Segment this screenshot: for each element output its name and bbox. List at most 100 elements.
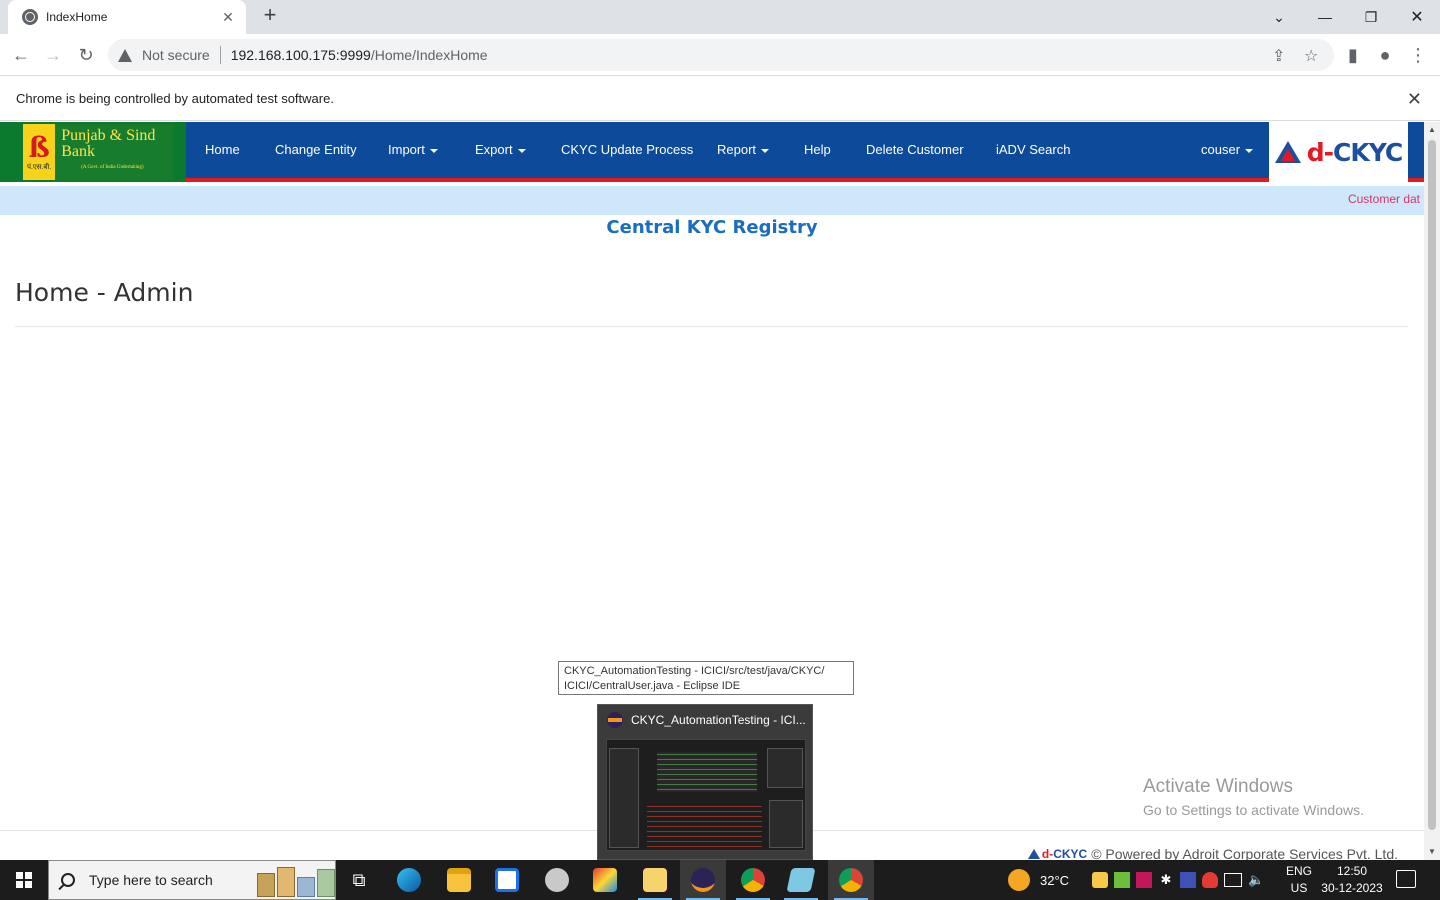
- thumbnail-code-editor: [657, 752, 757, 792]
- registry-title: Central KYC Registry: [606, 217, 818, 238]
- search-placeholder: Type here to search: [89, 872, 213, 888]
- infobar-text: Chrome is being controlled by automated …: [16, 91, 334, 106]
- tray-app-icon[interactable]: [1180, 872, 1196, 888]
- url-text[interactable]: 192.168.100.175:9999/Home/IndexHome: [231, 47, 488, 63]
- user-name: couser: [1201, 142, 1241, 157]
- back-button[interactable]: ←: [8, 42, 34, 68]
- close-window-button[interactable]: ✕: [1394, 0, 1440, 34]
- taskbar-tooltip: CKYC_AutomationTesting - ICICI/src/test/…: [558, 661, 854, 695]
- watermark-line-2: Go to Settings to activate Windows.: [1143, 802, 1364, 818]
- tab-search-icon[interactable]: ⌄: [1256, 0, 1302, 34]
- sun-icon: [1008, 869, 1030, 891]
- taskbar-clock[interactable]: 12:50 30-12-2023: [1318, 863, 1386, 897]
- nav-import[interactable]: Import: [388, 122, 438, 178]
- windows-taskbar: Type here to search ⧉ 32°C ✱ 🔈 ENG US 12…: [0, 860, 1440, 900]
- network-icon[interactable]: [1224, 873, 1242, 887]
- close-icon[interactable]: ✕: [1407, 89, 1422, 110]
- language-indicator[interactable]: ENG US: [1284, 863, 1314, 897]
- nav-ckyc-update-process[interactable]: CKYC Update Process: [561, 122, 693, 178]
- security-shield-icon[interactable]: [1202, 872, 1218, 888]
- nav-home[interactable]: Home: [205, 122, 240, 178]
- tray-app-icon[interactable]: [1114, 872, 1130, 888]
- weather-widget[interactable]: 32°C: [1008, 860, 1069, 900]
- forward-button[interactable]: →: [40, 42, 66, 68]
- eclipse-app[interactable]: [680, 860, 726, 900]
- omnibox-divider: [219, 46, 221, 64]
- thumbnail-explorer-pane: [609, 748, 639, 848]
- caret-down-icon: [429, 148, 438, 153]
- file-explorer-app[interactable]: [436, 860, 482, 900]
- heading-divider: [15, 326, 1408, 327]
- chrome-app-2[interactable]: [828, 860, 874, 900]
- language-line-2: US: [1290, 881, 1308, 895]
- page-scrollbar[interactable]: ▲ ▼: [1424, 122, 1440, 860]
- chrome-app[interactable]: [730, 860, 776, 900]
- user-menu[interactable]: couser: [1201, 122, 1254, 178]
- powered-by-text: © Powered by Adroit Corporate Services P…: [1091, 846, 1398, 860]
- profile-avatar-icon[interactable]: ●: [1372, 42, 1398, 68]
- chrome-icon: [839, 868, 863, 892]
- edge-icon: [397, 868, 421, 892]
- tray-app-icon[interactable]: [1092, 872, 1108, 888]
- address-bar[interactable]: Not secure 192.168.100.175:9999/Home/Ind…: [108, 39, 1334, 71]
- preview-thumbnail: [606, 739, 806, 851]
- paint-icon: [593, 868, 617, 892]
- start-button[interactable]: [0, 860, 48, 900]
- browser-tab-strip: IndexHome ✕ + ⌄ — ❐ ✕: [0, 0, 1440, 34]
- nav-report[interactable]: Report: [717, 122, 770, 178]
- taskbar-search[interactable]: Type here to search: [48, 860, 336, 900]
- preview-header: CKYC_AutomationTesting - ICI...: [598, 705, 812, 735]
- warning-icon[interactable]: [118, 48, 132, 62]
- windows-logo-icon: [16, 872, 32, 888]
- scroll-down-icon[interactable]: ▼: [1424, 844, 1440, 860]
- bank-tagline: (A Govt. of India Undertaking): [81, 165, 144, 170]
- security-label[interactable]: Not secure: [142, 47, 210, 63]
- bank-emblem-sub: पं.एस.बी.: [26, 163, 52, 171]
- edge-app[interactable]: [386, 860, 432, 900]
- store-app[interactable]: [484, 860, 530, 900]
- minimize-button[interactable]: —: [1302, 0, 1348, 34]
- store-icon: [495, 868, 519, 892]
- scrollbar-thumb[interactable]: [1428, 140, 1436, 830]
- snipping-icon: [545, 868, 569, 892]
- footer-logo-text: d-CKYC: [1042, 847, 1087, 860]
- paint-app[interactable]: [582, 860, 628, 900]
- notification-icon[interactable]: [1396, 870, 1416, 888]
- close-tab-icon[interactable]: ✕: [220, 9, 236, 26]
- scroll-up-icon[interactable]: ▲: [1424, 122, 1440, 138]
- task-view-button[interactable]: ⧉: [336, 860, 382, 900]
- nav-iadv-search[interactable]: iADV Search: [996, 122, 1070, 178]
- automation-infobar: Chrome is being controlled by automated …: [0, 77, 1440, 121]
- search-icon: [61, 873, 75, 887]
- footer-logo-prefix: d-: [1041, 847, 1054, 860]
- mail-app[interactable]: [632, 860, 678, 900]
- nav-change-entity[interactable]: Change Entity: [275, 122, 357, 178]
- side-panel-icon[interactable]: ▮: [1340, 42, 1366, 68]
- dckyc-suffix: CKYC: [1333, 137, 1403, 167]
- notepad-app[interactable]: [778, 860, 824, 900]
- announcement-marquee: Customer dat: [0, 186, 1424, 215]
- dckyc-logo: d-CKYC: [1269, 122, 1408, 182]
- marquee-text: Customer dat: [1347, 192, 1420, 206]
- snipping-app[interactable]: [534, 860, 580, 900]
- share-icon[interactable]: ⇪: [1272, 46, 1285, 66]
- nav-export[interactable]: Export: [475, 122, 526, 178]
- new-tab-button[interactable]: +: [258, 4, 282, 28]
- volume-icon[interactable]: 🔈: [1248, 872, 1264, 888]
- bookmark-star-icon[interactable]: ☆: [1304, 46, 1318, 66]
- reload-button[interactable]: ↻: [73, 42, 99, 68]
- tray-app-icon[interactable]: [1136, 872, 1152, 888]
- preview-title: CKYC_AutomationTesting - ICI...: [631, 713, 806, 727]
- browser-tab[interactable]: IndexHome ✕: [8, 0, 246, 34]
- url-path: /Home/IndexHome: [370, 47, 488, 63]
- eclipse-window-preview[interactable]: CKYC_AutomationTesting - ICI...: [597, 704, 813, 860]
- nav-help[interactable]: Help: [804, 122, 831, 178]
- search-highlight-illustration: [257, 865, 335, 897]
- thumbnail-console: [647, 804, 762, 848]
- language-line-1: ENG: [1285, 864, 1312, 878]
- restore-button[interactable]: ❐: [1348, 0, 1394, 34]
- bank-logo[interactable]: ß पं.एस.बी. Punjab & Sind Bank (A Govt. …: [0, 122, 186, 182]
- nav-delete-customer[interactable]: Delete Customer: [866, 122, 964, 178]
- tray-app-icon[interactable]: ✱: [1158, 872, 1174, 888]
- chrome-menu-icon[interactable]: ⋮: [1405, 42, 1431, 68]
